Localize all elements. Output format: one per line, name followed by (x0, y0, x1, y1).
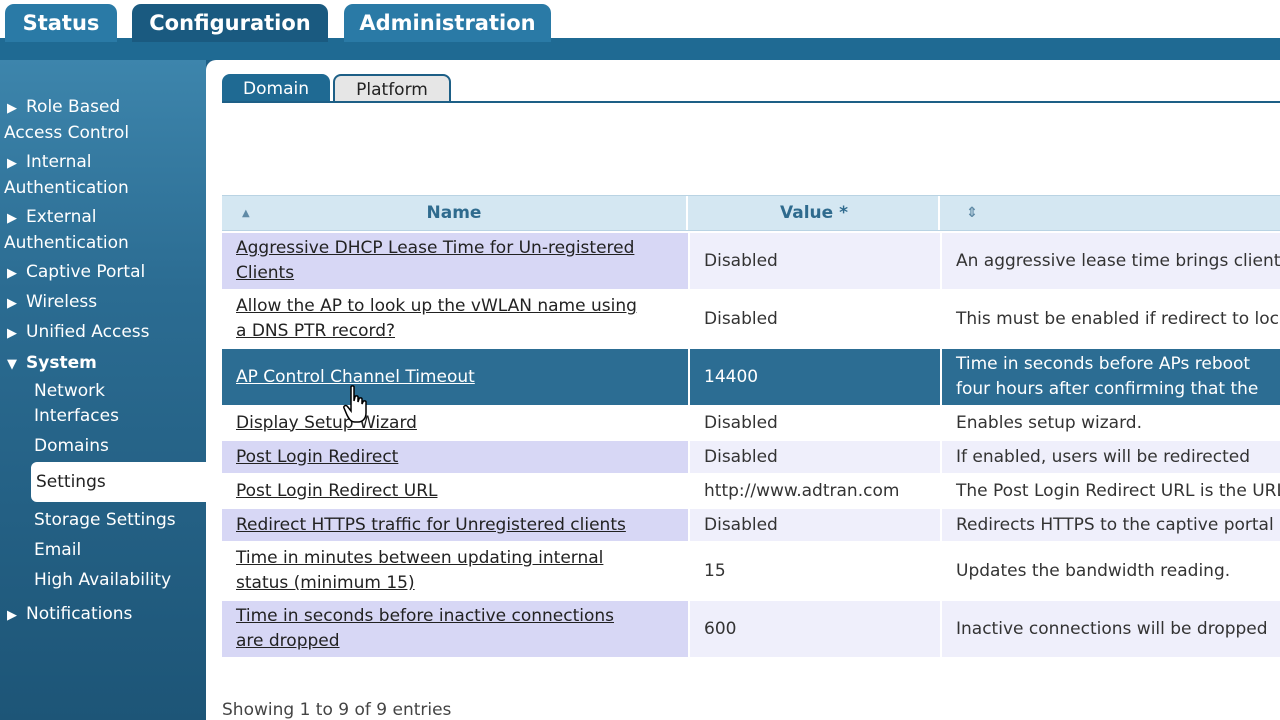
expand-arrow-icon: ▶ (7, 156, 17, 171)
expand-arrow-icon: ▶ (7, 266, 17, 281)
cell-value: http://www.adtran.com (690, 475, 940, 507)
expand-arrow-icon: ▶ (7, 608, 17, 623)
cell-name: Aggressive DHCP Lease Time for Un-regist… (222, 233, 688, 289)
column-label: Name (426, 203, 482, 223)
table-row[interactable]: Aggressive DHCP Lease Time for Un-regist… (222, 233, 1280, 289)
cell-name: Post Login Redirect (222, 441, 688, 473)
cell-value: Disabled (690, 407, 940, 439)
setting-link[interactable]: AP Control Channel Timeout (236, 365, 475, 390)
table-row-selected[interactable]: AP Control Channel Timeout 14400 Time in… (222, 349, 1280, 405)
setting-link[interactable]: Aggressive DHCP Lease Time for Un-regist… (236, 236, 634, 286)
tab-administration[interactable]: Administration (344, 4, 551, 42)
cell-value: Disabled (690, 291, 940, 347)
sidebar-item-unified-access[interactable]: ▶ Unified Access (4, 320, 150, 346)
subtab-platform[interactable]: Platform (333, 74, 451, 103)
subtab-divider (222, 101, 1280, 103)
sidebar-subitem-domains[interactable]: Domains (34, 434, 109, 459)
sidebar-item-label: External (26, 207, 97, 227)
subtab-domain[interactable]: Domain (222, 74, 330, 103)
table-row[interactable]: Time in seconds before inactive connecti… (222, 601, 1280, 657)
cell-name: Time in seconds before inactive connecti… (222, 601, 688, 657)
main-content: Domain Platform ▲ Name Value * ⇕ Aggress… (206, 60, 1280, 720)
cell-value: 600 (690, 601, 940, 657)
table-row[interactable]: Redirect HTTPS traffic for Unregistered … (222, 509, 1280, 541)
sidebar-item-label: Authentication (4, 178, 129, 198)
setting-link[interactable]: Allow the AP to look up the vWLAN name u… (236, 294, 637, 344)
cell-name: Display Setup Wizard (222, 407, 688, 439)
column-label: Value * (780, 203, 848, 223)
tab-configuration[interactable]: Configuration (132, 4, 328, 42)
setting-link[interactable]: Post Login Redirect URL (236, 479, 437, 504)
setting-link[interactable]: Post Login Redirect (236, 445, 398, 470)
collapse-arrow-icon: ▼ (7, 357, 17, 372)
cell-value: Disabled (690, 441, 940, 473)
sidebar-subitem-email[interactable]: Email (34, 538, 81, 563)
cell-name: Allow the AP to look up the vWLAN name u… (222, 291, 688, 347)
sidebar-item-label: Authentication (4, 233, 129, 253)
sidebar-item-label: Captive Portal (26, 262, 146, 282)
expand-arrow-icon: ▶ (7, 296, 17, 311)
sidebar-item-label: Network (34, 381, 105, 401)
expand-arrow-icon: ▶ (7, 101, 17, 116)
cell-description: An aggressive lease time brings clients (942, 233, 1280, 289)
expand-arrow-icon: ▶ (7, 211, 17, 226)
cell-description: Enables setup wizard. (942, 407, 1280, 439)
sidebar-item-system[interactable]: ▼ System (4, 351, 97, 377)
sidebar: ▶ Role Based Access Control ▶ Internal Aut… (0, 60, 211, 720)
cell-name: Post Login Redirect URL (222, 475, 688, 507)
cell-description: Time in seconds before APs reboot four ho… (942, 349, 1280, 405)
sort-ascending-icon: ▲ (242, 207, 250, 219)
cell-value: Disabled (690, 509, 940, 541)
sidebar-item-label: Role Based (26, 97, 121, 117)
sidebar-item-role-based-access-control[interactable]: ▶ Role Based Access Control (4, 95, 129, 146)
cell-value: 15 (690, 543, 940, 599)
setting-link[interactable]: Time in minutes between updating interna… (236, 546, 603, 596)
sidebar-item-captive-portal[interactable]: ▶ Captive Portal (4, 260, 145, 286)
sidebar-subitem-settings[interactable]: Settings (31, 462, 211, 502)
sidebar-item-wireless[interactable]: ▶ Wireless (4, 290, 97, 316)
sidebar-subitem-storage-settings[interactable]: Storage Settings (34, 508, 176, 533)
sidebar-item-internal-authentication[interactable]: ▶ Internal Authentication (4, 150, 129, 201)
column-header-name[interactable]: ▲ Name (222, 196, 688, 230)
cell-value: 14400 (690, 349, 940, 405)
sidebar-item-label: Wireless (26, 292, 98, 312)
sidebar-item-label: Notifications (26, 604, 133, 624)
column-header-description[interactable]: ⇕ (942, 196, 1280, 230)
cell-description: The Post Login Redirect URL is the URL (942, 475, 1280, 507)
cell-description: Redirects HTTPS to the captive portal (942, 509, 1280, 541)
cell-name: Time in minutes between updating interna… (222, 543, 688, 599)
sidebar-item-label: Internal (26, 152, 92, 172)
expand-arrow-icon: ▶ (7, 326, 17, 341)
cell-value: Disabled (690, 233, 940, 289)
sidebar-subitem-network-interfaces[interactable]: Network Interfaces (34, 379, 119, 429)
sidebar-subitem-high-availability[interactable]: High Availability (34, 568, 171, 593)
table-row[interactable]: Display Setup Wizard Disabled Enables se… (222, 407, 1280, 439)
cell-description: This must be enabled if redirect to loca… (942, 291, 1280, 347)
table-row[interactable]: Post Login Redirect Disabled If enabled,… (222, 441, 1280, 473)
sidebar-item-label: System (26, 353, 97, 373)
cell-description: Updates the bandwidth reading. (942, 543, 1280, 599)
sidebar-item-label: Unified Access (26, 322, 150, 342)
table-entries-info: Showing 1 to 9 of 9 entries (222, 700, 452, 720)
setting-link[interactable]: Redirect HTTPS traffic for Unregistered … (236, 513, 626, 538)
cell-description: If enabled, users will be redirected (942, 441, 1280, 473)
sidebar-item-notifications[interactable]: ▶ Notifications (4, 602, 132, 628)
column-header-value[interactable]: Value * (690, 196, 940, 230)
table-row[interactable]: Post Login Redirect URL http://www.adtra… (222, 475, 1280, 507)
sidebar-item-label: Interfaces (34, 406, 119, 426)
table-row[interactable]: Time in minutes between updating interna… (222, 543, 1280, 599)
cell-name: Redirect HTTPS traffic for Unregistered … (222, 509, 688, 541)
table-header: ▲ Name Value * ⇕ (222, 195, 1280, 231)
tab-status[interactable]: Status (5, 4, 117, 42)
sidebar-item-label: Access Control (4, 123, 130, 143)
cell-name: AP Control Channel Timeout (222, 349, 688, 405)
sidebar-item-external-authentication[interactable]: ▶ External Authentication (4, 205, 129, 256)
table-row[interactable]: Allow the AP to look up the vWLAN name u… (222, 291, 1280, 347)
cell-description: Inactive connections will be dropped (942, 601, 1280, 657)
sort-both-icon: ⇕ (966, 205, 978, 221)
setting-link[interactable]: Display Setup Wizard (236, 411, 417, 436)
setting-link[interactable]: Time in seconds before inactive connecti… (236, 604, 614, 654)
